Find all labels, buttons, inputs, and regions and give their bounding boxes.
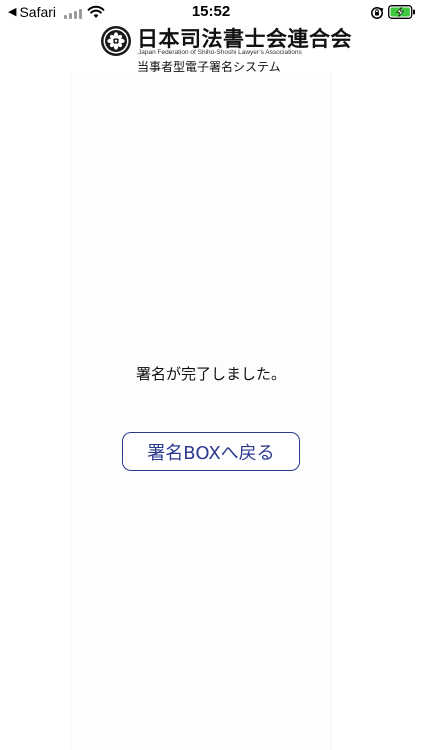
status-time: 15:52: [191, 3, 231, 20]
battery-charging-icon: [388, 5, 415, 19]
seal-logo-icon: [101, 26, 131, 56]
content-panel: [70, 72, 332, 750]
back-to-signature-box-button[interactable]: 署名BOXへ戻る: [122, 432, 300, 471]
screen: ◀ Safari 15:52 日本司法書士会連合会 Japan Federati…: [0, 0, 422, 750]
completion-message: 署名が完了しました。: [135, 365, 286, 383]
header: 日本司法書士会連合会 Japan Federation of Shiho-Sho…: [0, 22, 422, 74]
orientation-lock-icon: [371, 7, 384, 19]
org-name-en: Japan Federation of Shiho-Shoshi Lawyer’…: [138, 49, 302, 56]
